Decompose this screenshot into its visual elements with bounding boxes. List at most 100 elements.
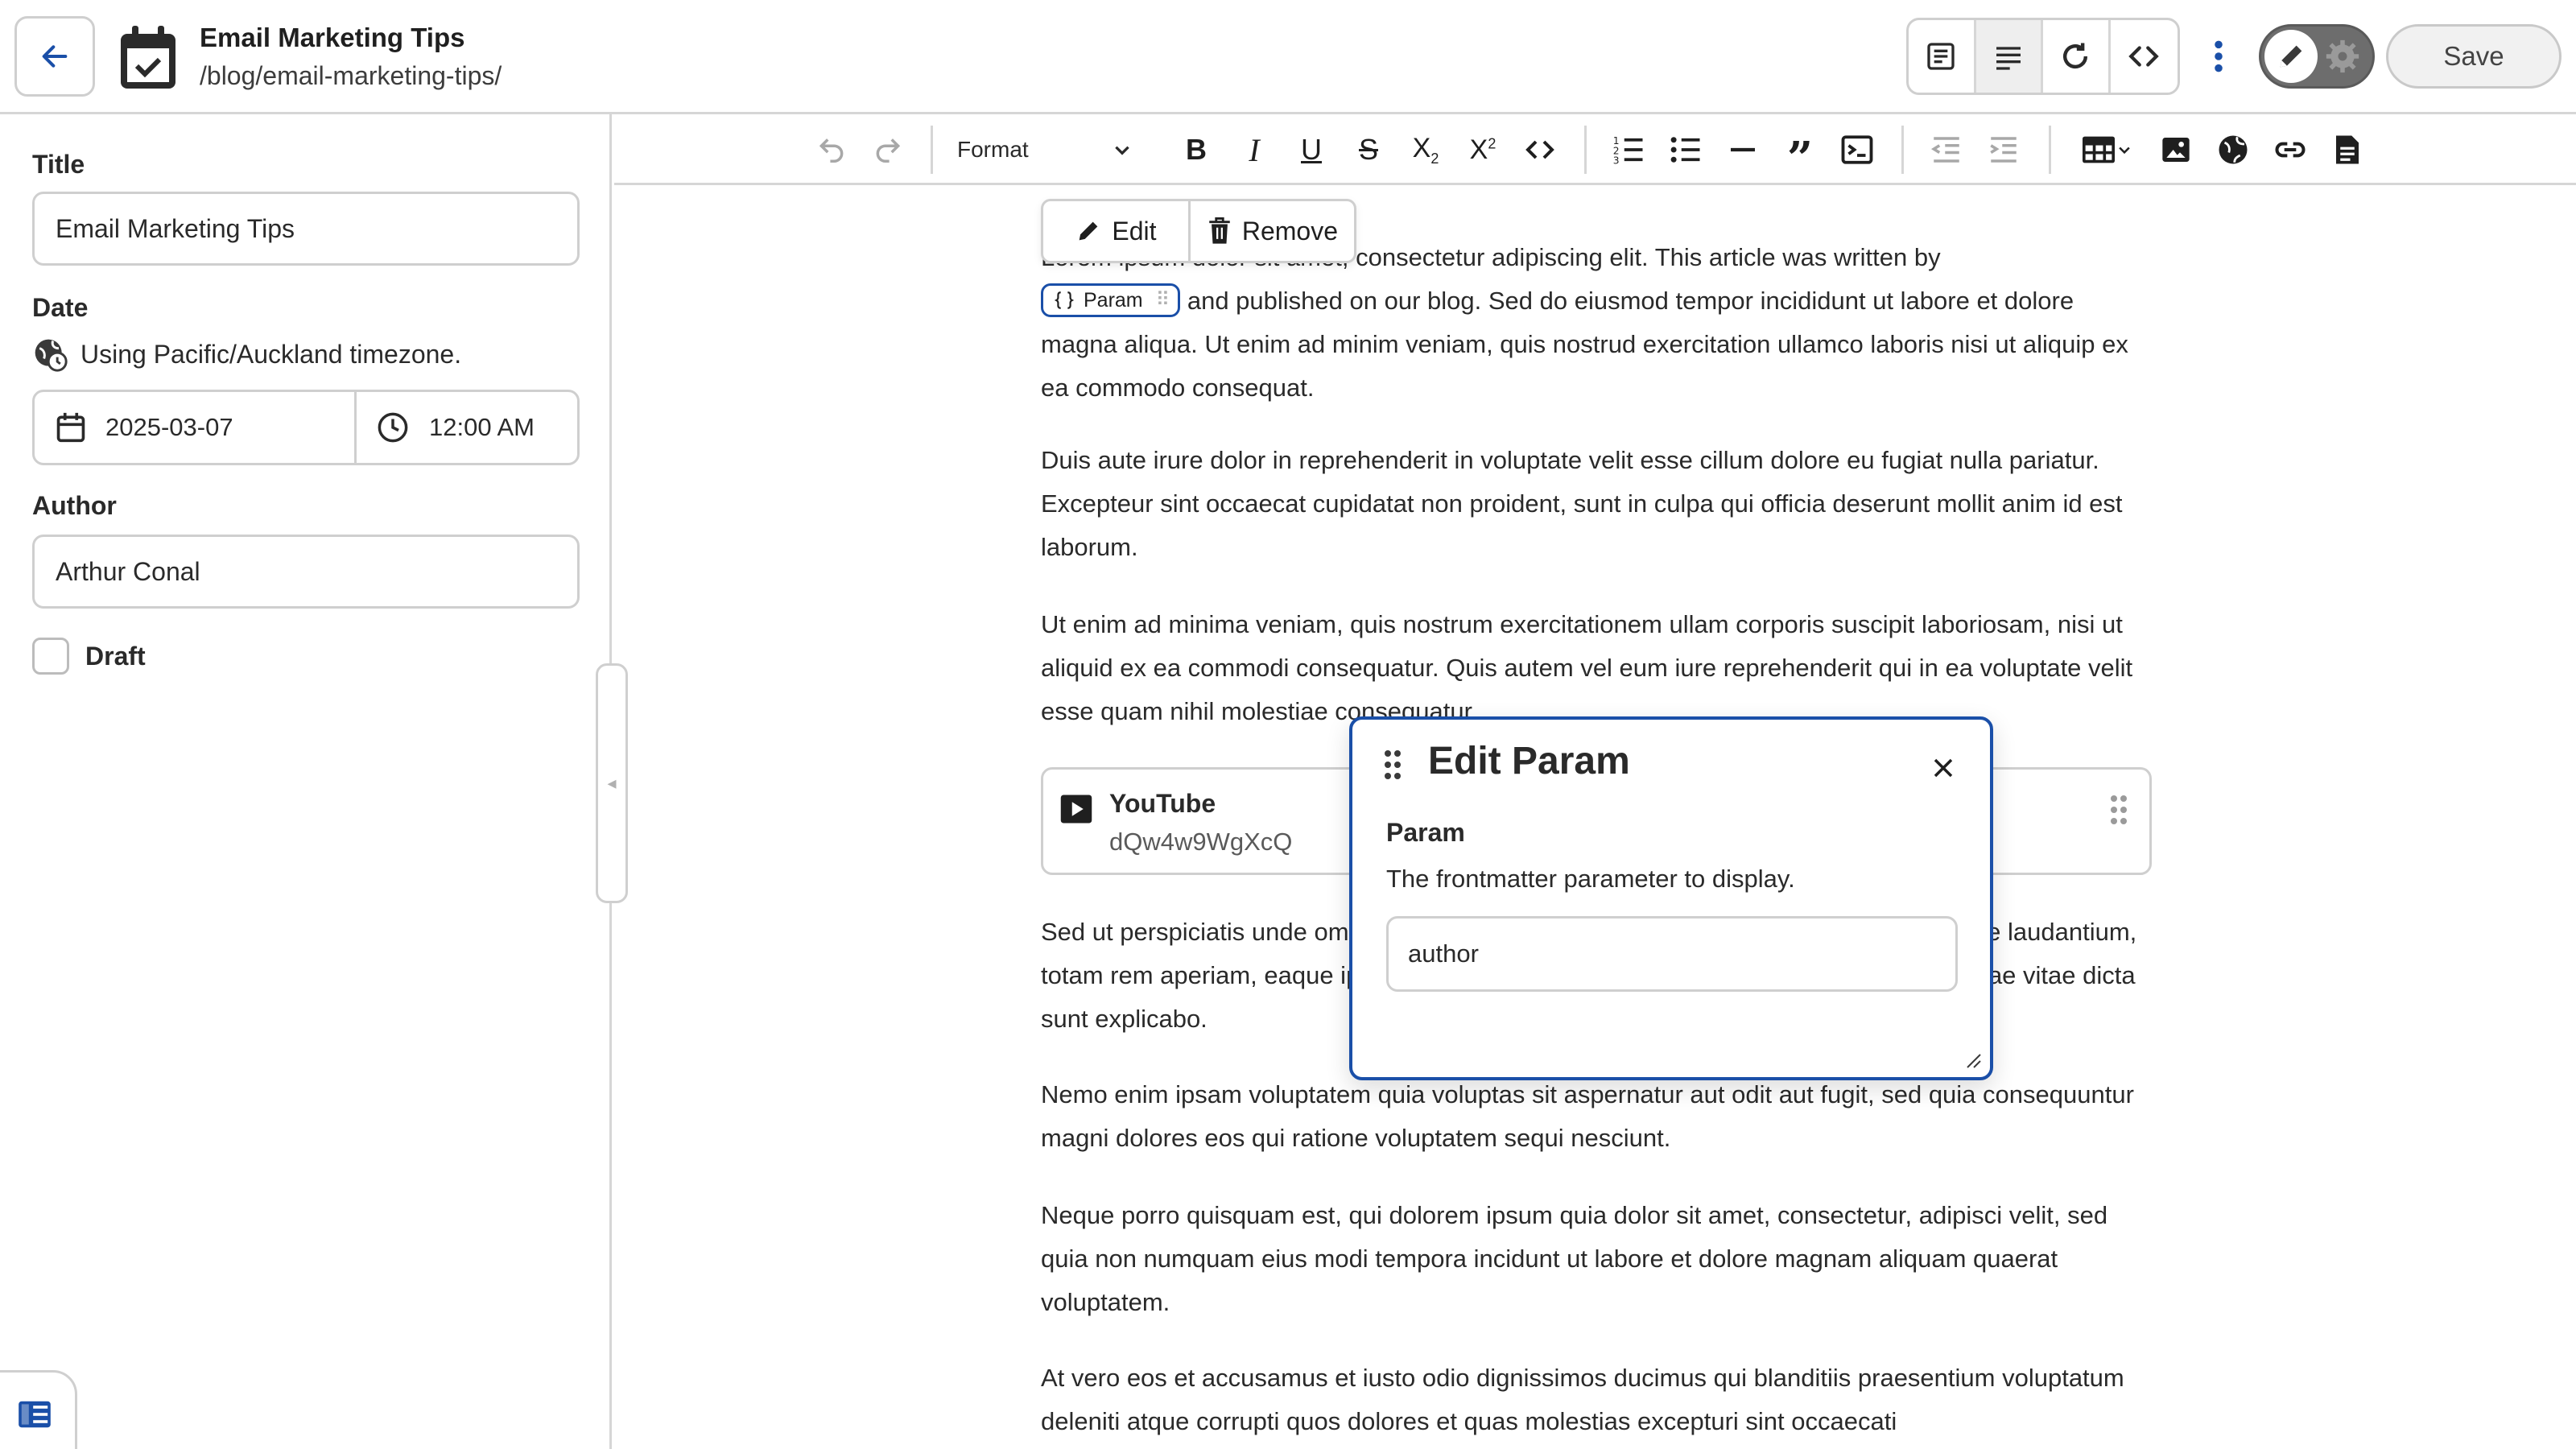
code-icon	[2128, 46, 2159, 67]
draft-label: Draft	[85, 641, 146, 671]
gear-icon	[2321, 35, 2364, 78]
link-button[interactable]	[2266, 126, 2314, 174]
refresh-icon	[2063, 43, 2088, 69]
undo-button[interactable]	[807, 126, 856, 174]
bold-button[interactable]: B	[1172, 126, 1220, 174]
braces-icon	[1054, 291, 1075, 309]
edit-mode-toggle[interactable]	[2259, 24, 2375, 89]
italic-icon: I	[1249, 131, 1260, 168]
popover-remove-button[interactable]: Remove	[1191, 201, 1354, 261]
play-video-icon	[1060, 795, 1092, 824]
timezone-text: Using Pacific/Auckland timezone.	[80, 339, 462, 369]
format-label: Format	[957, 137, 1029, 162]
back-button[interactable]	[14, 16, 95, 97]
ordered-list-button[interactable]: 123	[1604, 126, 1653, 174]
title-value: Email Marketing Tips	[56, 213, 295, 243]
draft-checkbox[interactable]	[32, 638, 69, 675]
horizontal-rule-icon	[1731, 147, 1755, 152]
code-block-button[interactable]	[1833, 126, 1881, 174]
link-icon	[2275, 142, 2306, 158]
title-label: Title	[32, 150, 85, 179]
paragraph-7: At vero eos et accusamus et iusto odio d…	[1041, 1364, 2124, 1435]
underline-icon: U	[1301, 133, 1322, 166]
chevron-down-icon	[2119, 147, 2130, 155]
calendar-icon	[56, 412, 85, 443]
snippet-button[interactable]	[2323, 126, 2372, 174]
outdent-button[interactable]	[1922, 126, 1971, 174]
sidebar-toggle-button[interactable]	[0, 1370, 77, 1449]
view-preview-button[interactable]	[1909, 20, 1976, 93]
redo-icon	[876, 138, 901, 163]
subscript-button[interactable]: X2	[1402, 126, 1450, 174]
save-button[interactable]: Save	[2386, 24, 2562, 89]
author-field[interactable]: Arthur Conal	[32, 535, 580, 609]
italic-button[interactable]: I	[1230, 126, 1278, 174]
title-field[interactable]: Email Marketing Tips	[32, 192, 580, 266]
blockquote-button[interactable]: ”	[1776, 126, 1824, 185]
image-button[interactable]	[2152, 126, 2200, 174]
redo-button[interactable]	[864, 126, 912, 174]
more-vertical-icon	[2215, 40, 2223, 72]
view-editor-button[interactable]	[1975, 20, 2043, 93]
code-icon	[1525, 140, 1554, 159]
undo-icon	[819, 138, 844, 163]
date-input[interactable]: 2025-03-07	[35, 392, 357, 463]
date-value: 2025-03-07	[105, 413, 233, 441]
time-value: 12:00 AM	[429, 413, 535, 441]
superscript-icon: X2	[1469, 134, 1496, 165]
indent-icon	[1990, 137, 2017, 163]
param-shortcode-chip[interactable]: Param ⠿	[1041, 283, 1181, 317]
superscript-button[interactable]: X2	[1459, 126, 1507, 174]
strikethrough-button[interactable]: S	[1344, 126, 1393, 174]
quote-icon: ”	[1786, 132, 1814, 185]
editor-toolbar: Format B I U S X2 X2 123 ”	[614, 114, 2576, 185]
table-icon	[2083, 136, 2115, 163]
arrow-left-icon	[42, 45, 68, 68]
bullet-list-button[interactable]	[1662, 126, 1710, 174]
document-icon	[2336, 135, 2359, 164]
sidebar-panel-icon	[19, 1401, 51, 1428]
dialog-title: Edit Param	[1428, 740, 1630, 782]
drag-handle-icon[interactable]	[2109, 794, 2128, 826]
format-select[interactable]: Format	[944, 126, 1146, 174]
globe-clock-icon	[35, 339, 68, 372]
dialog-close-button[interactable]	[1926, 750, 1961, 786]
paragraph-2: Duis aute irure dolor in reprehenderit i…	[1041, 446, 2123, 561]
page-title: Email Marketing Tips	[200, 23, 465, 52]
edit-param-dialog: Edit Param Param The frontmatter paramet…	[1349, 716, 1993, 1080]
horizontal-rule-button[interactable]	[1719, 126, 1767, 174]
view-refresh-button[interactable]	[2043, 20, 2111, 93]
timezone-note: Using Pacific/Auckland timezone.	[32, 336, 461, 372]
pencil-icon	[2280, 45, 2302, 68]
youtube-title: YouTube	[1109, 789, 1216, 818]
paragraph-1-end: and published on our blog. Sed do eiusmo…	[1041, 287, 2128, 402]
popover-edit-button[interactable]: Edit	[1043, 201, 1191, 261]
popover-edit-label: Edit	[1112, 216, 1157, 246]
more-options-button[interactable]	[2196, 27, 2241, 85]
underline-button[interactable]: U	[1287, 126, 1335, 174]
globe-icon	[2219, 135, 2248, 164]
text-lines-icon	[1996, 47, 2021, 70]
table-button[interactable]	[2071, 126, 2142, 174]
drag-handle-icon[interactable]	[1383, 749, 1402, 781]
param-field-help: The frontmatter parameter to display.	[1386, 865, 1795, 893]
view-mode-group	[1906, 18, 2180, 95]
time-input[interactable]: 12:00 AM	[357, 392, 577, 463]
terminal-icon	[1841, 135, 1873, 164]
editor-content[interactable]: Lorem ipsum dolor sit amet, consectetur …	[614, 188, 2576, 1449]
frontmatter-sidebar: Title Email Marketing Tips Date Using Pa…	[0, 114, 628, 1449]
drag-handle-icon[interactable]: ⠿	[1156, 279, 1170, 322]
node-action-popover: Edit Remove	[1041, 199, 1356, 263]
embed-button[interactable]	[2209, 126, 2257, 174]
toggle-knob	[2264, 30, 2318, 83]
popover-remove-label: Remove	[1241, 216, 1338, 246]
param-input[interactable]: author	[1386, 916, 1958, 992]
resize-grip-icon[interactable]	[1963, 1050, 1982, 1069]
paragraph-5: Nemo enim ipsam voluptatem quia voluptas…	[1041, 1080, 2134, 1152]
ordered-list-icon: 123	[1613, 135, 1643, 167]
view-source-button[interactable]	[2111, 20, 2178, 93]
inline-code-button[interactable]	[1516, 126, 1564, 174]
youtube-video-id: dQw4w9WgXcQ	[1109, 828, 1293, 856]
indent-button[interactable]	[1979, 126, 2028, 174]
subscript-icon: X2	[1412, 132, 1439, 167]
